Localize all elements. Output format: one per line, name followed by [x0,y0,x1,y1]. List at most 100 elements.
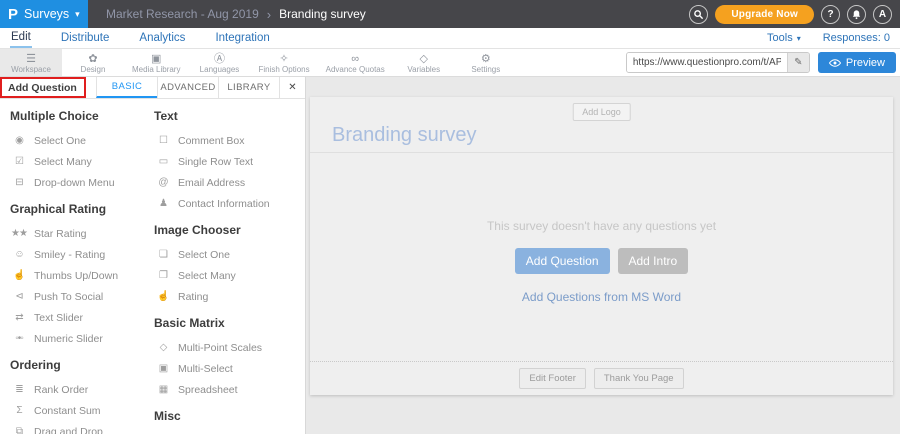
question-section-text: Text ☐Comment Box▭Single Row Text@Email A… [154,109,304,214]
edit-toolbar: ☰Workspace✿Design▣Media LibraryⒶLanguage… [0,49,900,77]
smiley-rating-icon: ☺ [10,249,28,260]
panel-tab-library[interactable]: LIBRARY [218,77,279,98]
question-type-text-email-address[interactable]: @Email Address [154,172,304,193]
single-row-text-icon: ▭ [154,156,172,167]
question-type-text-contact-information[interactable]: ♟Contact Information [154,193,304,214]
question-type-text-comment-box[interactable]: ☐Comment Box [154,130,304,151]
panel-tab-advanced[interactable]: ADVANCED [157,77,218,98]
survey-card: Add Logo Branding survey This survey doe… [310,97,893,395]
question-type-ordering-constant-sum[interactable]: Σ Constant Sum [10,400,146,421]
question-section-basic-matrix: Basic Matrix◇Multi-Point Scales▣Multi-Se… [154,316,304,400]
add-question-primary-button[interactable]: Add Question [515,248,610,274]
toolbar-item-settings[interactable]: ⚙Settings [455,49,517,76]
toolbar-item-label: Media Library [132,65,180,74]
rank-order-icon: ≣ [10,384,28,395]
toolbar-item-languages[interactable]: ⒶLanguages [188,49,250,76]
add-question-button[interactable]: Add Question [0,77,96,98]
nav-tab-analytics[interactable]: Analytics [138,30,186,47]
image-rating-icon: ☝ [154,291,172,302]
question-type-graphical-rating-numeric-slider[interactable]: ◦•◦Numeric Slider [10,328,146,349]
question-type-graphical-rating-thumbs-up-down[interactable]: ☝Thumbs Up/Down [10,265,146,286]
image-select-one-icon: ❏ [154,249,172,260]
question-type-graphical-rating-push-to-social[interactable]: ⊲Push To Social [10,286,146,307]
question-section-title: Text [154,109,304,123]
nav-tab-integration[interactable]: Integration [214,30,270,47]
question-type-image-chooser-select-many[interactable]: ❐Select Many [154,265,304,286]
question-type-label: Multi-Select [178,363,233,375]
questionpro-logo-block[interactable]: P Surveys ▾ [0,0,88,28]
search-button[interactable] [689,5,708,24]
survey-empty-state: This survey doesn't have any questions y… [310,153,893,304]
question-type-multiple-choice-select-many[interactable]: ☑Select Many [10,151,146,172]
question-type-label: Drag and Drop [34,426,103,434]
question-type-basic-matrix-spreadsheet[interactable]: ▦Spreadsheet [154,379,304,400]
question-type-label: Numeric Slider [34,333,103,345]
pencil-icon: ✎ [794,57,802,68]
advance-quotas-link-icon: ∞ [351,53,359,65]
email-address-icon: @ [154,177,172,188]
survey-title[interactable]: Branding survey [332,124,477,147]
question-type-graphical-rating-star-rating[interactable]: ★★Star Rating [10,223,146,244]
add-logo-button[interactable]: Add Logo [572,103,631,121]
question-type-list: Multiple Choice◉Select One☑Select Many⊟D… [0,99,305,434]
question-type-ordering-rank-order[interactable]: ≣Rank Order [10,379,146,400]
tools-menu[interactable]: Tools ▾ [767,32,801,44]
radio-select-one-icon: ◉ [10,135,28,146]
help-button[interactable]: ? [821,5,840,24]
toolbar-item-label: Variables [407,65,440,74]
toolbar-item-finish-options[interactable]: ✧Finish Options [250,49,317,76]
add-intro-button[interactable]: Add Intro [618,248,689,274]
question-type-basic-matrix-multi-select[interactable]: ▣Multi-Select [154,358,304,379]
edit-footer-button[interactable]: Edit Footer [519,368,585,389]
toolbar-item-advance-quotas[interactable]: ∞Advance Quotas [318,49,393,76]
add-questions-from-ms-word-link[interactable]: Add Questions from MS Word [522,290,681,304]
nav-right: Tools ▾ Responses: 0 [767,32,890,44]
question-section-title: Misc [154,409,304,423]
question-type-text-single-row-text[interactable]: ▭Single Row Text [154,151,304,172]
panel-tab-basic[interactable]: BASIC [96,77,157,98]
toolbar-item-design[interactable]: ✿Design [62,49,124,76]
survey-url-input[interactable] [627,53,787,72]
question-type-label: Select Many [178,270,236,282]
toolbar-item-workspace[interactable]: ☰Workspace [0,49,62,76]
question-type-column-2: Text ☐Comment Box▭Single Row Text@Email A… [154,103,304,434]
question-type-misc-date-time[interactable]: ⊞Date / Time [154,430,304,434]
notifications-button[interactable] [847,5,866,24]
edit-url-button[interactable]: ✎ [787,53,809,72]
toolbar-item-variables[interactable]: ◇Variables [393,49,455,76]
responses-count[interactable]: Responses: 0 [823,32,890,44]
question-type-label: Select One [34,135,86,147]
nav-tab-distribute[interactable]: Distribute [60,30,111,47]
close-panel-button[interactable]: ✕ [279,77,305,98]
nav-tab-edit[interactable]: Edit [10,29,32,48]
question-type-image-chooser-select-one[interactable]: ❏Select One [154,244,304,265]
question-type-label: Constant Sum [34,405,101,417]
toolbar-item-label: Design [81,65,106,74]
question-type-label: Push To Social [34,291,103,303]
question-type-label: Contact Information [178,198,270,210]
account-avatar[interactable]: A [873,5,892,24]
constant-sum-sigma-icon: Σ [10,405,28,416]
search-icon [693,9,704,20]
question-section-graphical-rating: Graphical Rating★★Star Rating☺Smiley - R… [10,202,146,349]
close-icon: ✕ [288,82,296,93]
question-section-title: Image Chooser [154,223,304,237]
preview-button[interactable]: Preview [818,52,896,73]
breadcrumb-parent[interactable]: Market Research - Aug 2019 [106,7,259,21]
design-palette-icon: ✿ [88,53,97,65]
question-type-graphical-rating-smiley-rating[interactable]: ☺Smiley - Rating [10,244,146,265]
question-type-graphical-rating-text-slider[interactable]: ⇄Text Slider [10,307,146,328]
comment-box-icon: ☐ [154,135,172,146]
question-type-multiple-choice-select-one[interactable]: ◉ Select One [10,130,146,151]
toolbar-item-media-library[interactable]: ▣Media Library [124,49,188,76]
question-type-image-chooser-rating[interactable]: ☝Rating [154,286,304,307]
upgrade-now-button[interactable]: Upgrade Now [715,5,814,24]
media-library-icon: ▣ [151,53,161,65]
thank-you-page-button[interactable]: Thank You Page [594,368,684,389]
question-type-ordering-drag-and-drop[interactable]: ⧉Drag and Drop [10,421,146,434]
eye-icon [829,58,841,68]
question-type-basic-matrix-multi-point-scales[interactable]: ◇Multi-Point Scales [154,337,304,358]
panel-header: Add Question BASICADVANCEDLIBRARY ✕ [0,77,305,99]
question-type-multiple-choice-drop-down-menu[interactable]: ⊟Drop-down Menu [10,172,146,193]
bell-icon [851,9,862,20]
